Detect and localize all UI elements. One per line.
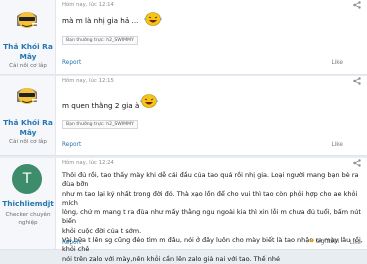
laughing-smiley-icon <box>144 12 162 26</box>
username[interactable]: Thả Khói Ra Mây <box>0 118 56 138</box>
post-line: như m tao lại ký nhất trong đời đó. Thà … <box>62 189 358 207</box>
user-title: Checker chuyên nghiệp <box>5 212 51 226</box>
signature: Bạn thường trực: h2_SWIMMY <box>62 36 138 45</box>
like-button[interactable]: Like <box>349 240 361 246</box>
post-message: mà m là nhị gia hả ... <box>62 16 139 25</box>
heart-icon: ❤ <box>309 239 315 245</box>
avatar[interactable] <box>12 4 42 34</box>
user-title: Cái nồi cơ lắp <box>9 139 47 145</box>
username[interactable]: Thả Khói Ra Mây <box>0 42 56 62</box>
post-line: lòng, chứ m mang t ra đùa như mấy thằng … <box>62 208 361 226</box>
post-message: m quen thằng 2 gia à <box>62 101 140 110</box>
post-content: Hôm nay, lúc 12:14 mà m là nhị gia hả ..… <box>62 0 361 74</box>
post-1: Thả Khói Ra Mây Cái nồi cơ lắp Hôm nay, … <box>0 0 367 75</box>
avatar[interactable]: T <box>12 164 42 194</box>
user-title: Cái nồi cơ lắp <box>9 63 47 69</box>
share-icon[interactable] <box>353 77 361 85</box>
like-button[interactable]: Like <box>331 142 343 148</box>
share-icon[interactable] <box>353 1 361 9</box>
user-panel: Thả Khói Ra Mây Cái nồi cơ lắp <box>0 0 56 74</box>
post-timestamp[interactable]: Hôm nay, lúc 12:24 <box>62 160 114 166</box>
post-content: Hôm nay, lúc 12:15 m quen thằng 2 gia à … <box>62 76 361 155</box>
laughing-smiley-icon <box>140 94 158 108</box>
signature: Bạn thường trực: h2_SWIMMY <box>62 120 138 129</box>
share-icon[interactable] <box>353 159 361 167</box>
like-button[interactable]: Like <box>331 60 343 66</box>
post-3: T Thichliemdjt Checker chuyên nghiệp Hôm… <box>0 158 367 263</box>
reaction-summary[interactable]: ❤ signtsiri <box>309 239 339 245</box>
post-2: Thả Khói Ra Mây Cái nồi cơ lắp Hôm nay, … <box>0 76 367 156</box>
report-link[interactable]: Report <box>62 142 81 148</box>
post-content: Hôm nay, lúc 12:24 Thôi đủ rồi, tao thấy… <box>62 158 363 263</box>
user-panel: T Thichliemdjt Checker chuyên nghiệp <box>0 158 56 249</box>
post-timestamp[interactable]: Hôm nay, lúc 12:15 <box>62 78 114 84</box>
avatar[interactable] <box>12 80 42 110</box>
post-line: nói trên zalo với mày,nên khỏi cần lên z… <box>62 254 280 263</box>
report-link[interactable]: Report <box>62 240 81 246</box>
report-link[interactable]: Report <box>62 60 81 66</box>
post-line: khỏi cuộc đời của t sớm. <box>62 226 142 235</box>
username[interactable]: Thichliemdjt <box>0 199 56 209</box>
post-line: Thôi đủ rồi, tao thấy mày khi dễ cái đầu… <box>62 171 359 189</box>
post-timestamp[interactable]: Hôm nay, lúc 12:14 <box>62 2 114 8</box>
post-body: Thôi đủ rồi, tao thấy mày khi dễ cái đầu… <box>62 171 365 264</box>
user-panel: Thả Khói Ra Mây Cái nồi cơ lắp <box>0 76 56 155</box>
reaction-users[interactable]: signtsiri <box>316 239 339 245</box>
